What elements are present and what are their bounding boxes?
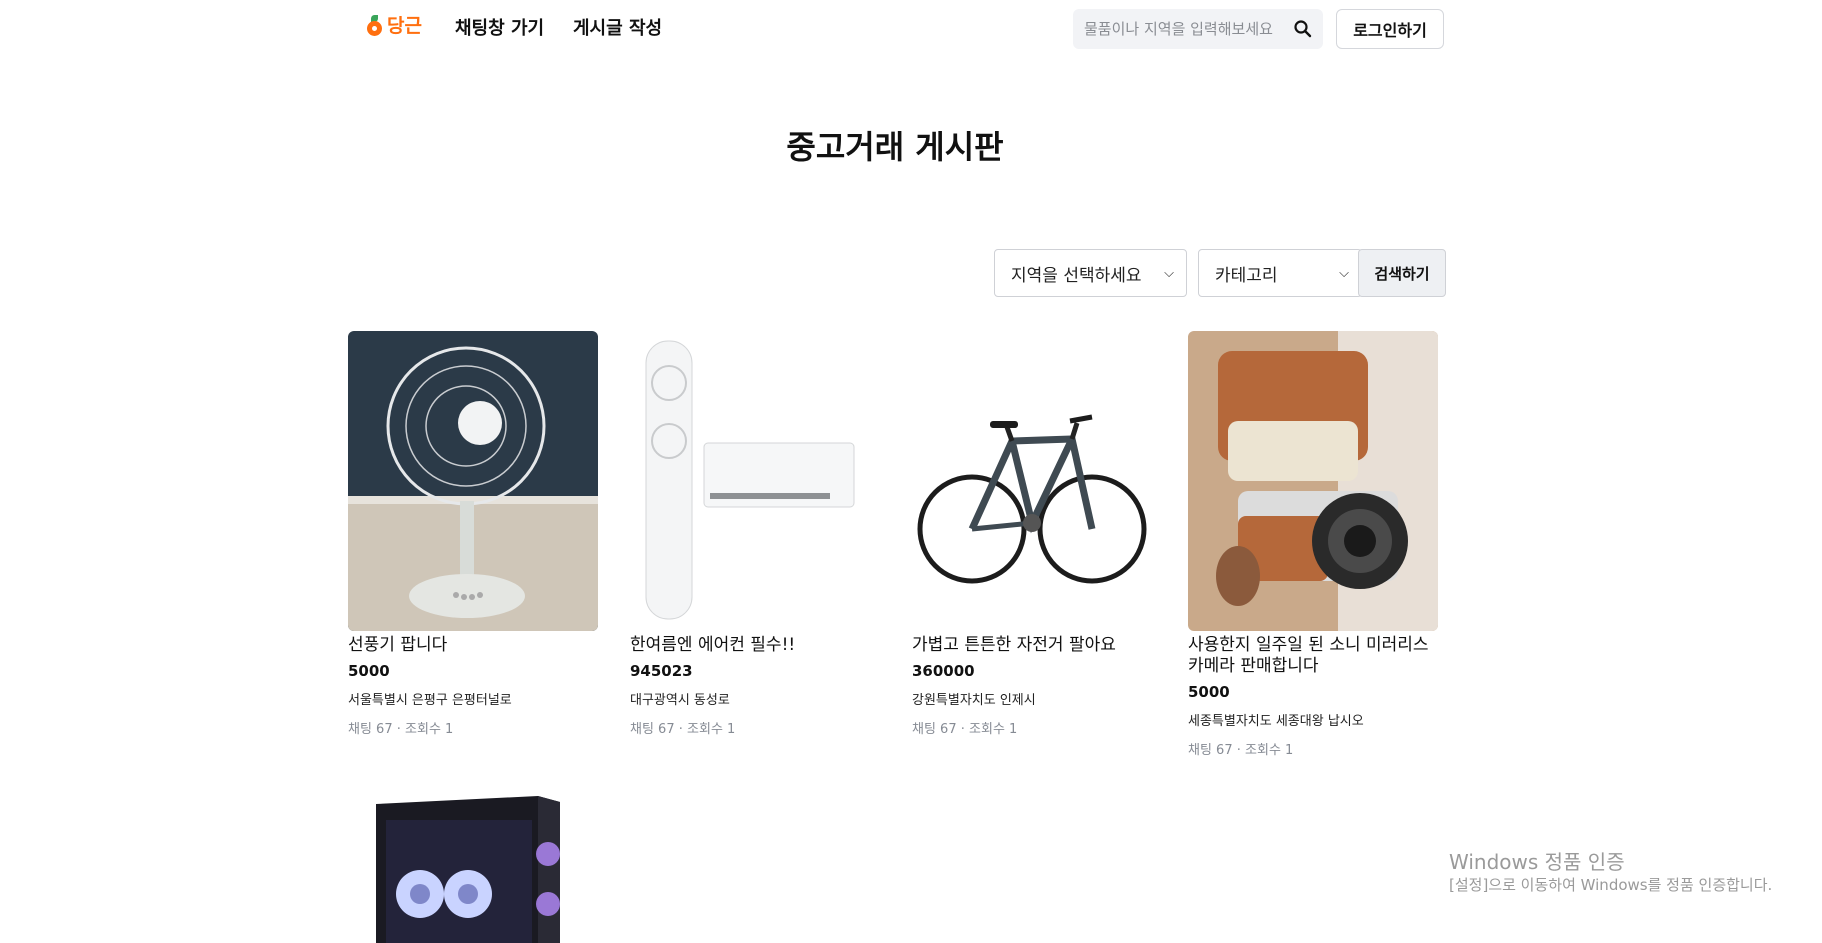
category-select[interactable]: 카테고리 ⌵ [1198, 249, 1362, 297]
watermark-title: Windows 정품 인증 [1449, 850, 1625, 874]
computer-case-icon [348, 784, 598, 943]
product-meta: 채팅 67 · 조회수 1 [630, 718, 882, 737]
carrot-icon [366, 15, 384, 37]
view-count: 조회수 1 [969, 722, 1018, 737]
product-meta: 채팅 67 · 조회수 1 [1188, 739, 1440, 758]
product-image[interactable] [912, 331, 1162, 631]
product-image[interactable] [630, 331, 880, 631]
chat-count: 채팅 67 [630, 722, 675, 737]
product-price: 5000 [1188, 683, 1230, 701]
separator-dot: · [396, 722, 401, 737]
region-select-value: 지역을 선택하세요 [1011, 265, 1142, 286]
view-count: 조회수 1 [1245, 743, 1294, 758]
product-image[interactable] [348, 784, 598, 943]
watermark-subtitle: [설정]으로 이동하여 Windows를 정품 인증합니다. [1449, 876, 1773, 894]
chat-count: 채팅 67 [348, 722, 393, 737]
view-count: 조회수 1 [687, 722, 736, 737]
product-card[interactable]: 사용한지 일주일 된 소니 미러리스 카메라 판매합니다 5000 세종특별자치… [1188, 331, 1440, 758]
separator-dot: · [960, 722, 965, 737]
chat-count: 채팅 67 [1188, 743, 1233, 758]
bicycle-icon [912, 331, 1162, 631]
product-title: 가볍고 튼튼한 자전거 팔아요 [912, 635, 1116, 655]
logo[interactable]: 당근 [366, 13, 422, 39]
top-header: 당근 채팅창 가기 게시글 작성 로그인하기 [0, 0, 1822, 58]
product-title: 사용한지 일주일 된 소니 미러리스 카메라 판매합니다 [1188, 635, 1429, 676]
product-region: 대구광역시 동성로 [630, 693, 730, 708]
view-count: 조회수 1 [405, 722, 454, 737]
chevron-down-icon: ⌵ [1164, 265, 1174, 281]
region-select[interactable]: 지역을 선택하세요 ⌵ [994, 249, 1187, 297]
product-price: 5000 [348, 662, 390, 680]
product-price: 945023 [630, 662, 693, 680]
search-icon[interactable] [1293, 19, 1313, 39]
search-input[interactable] [1084, 20, 1290, 38]
product-meta: 채팅 67 · 조회수 1 [348, 718, 600, 737]
page-title: 중고거래 게시판 [786, 128, 1004, 166]
search-box [1073, 9, 1323, 49]
logo-text: 당근 [387, 15, 422, 37]
chat-count: 채팅 67 [912, 722, 957, 737]
product-card[interactable]: 한여름엔 에어컨 필수!! 945023 대구광역시 동성로 채팅 67 · 조… [630, 331, 882, 737]
product-title: 한여름엔 에어컨 필수!! [630, 635, 796, 655]
product-image[interactable] [348, 331, 598, 631]
windows-activation-watermark: Windows 정품 인증 [설정]으로 이동하여 Windows를 정품 인증… [1449, 849, 1772, 895]
product-card[interactable]: 선풍기 팝니다 5000 서울특별시 은평구 은평터널로 채팅 67 · 조회수… [348, 331, 600, 737]
login-button[interactable]: 로그인하기 [1336, 9, 1444, 49]
camera-icon [1188, 331, 1438, 631]
electric-fan-icon [348, 331, 598, 631]
nav-write-post-link[interactable]: 게시글 작성 [573, 17, 662, 41]
product-region: 강원특별자치도 인제시 [912, 693, 1036, 708]
product-title: 선풍기 팝니다 [348, 635, 448, 655]
air-conditioner-icon [630, 331, 880, 631]
product-card[interactable]: 가볍고 튼튼한 자전거 팔아요 360000 강원특별자치도 인제시 채팅 67… [912, 331, 1164, 737]
separator-dot: · [1236, 743, 1241, 758]
product-price: 360000 [912, 662, 975, 680]
category-select-value: 카테고리 [1215, 265, 1278, 286]
product-region: 세종특별자치도 세종대왕 납시오 [1188, 714, 1364, 729]
filter-search-button[interactable]: 검색하기 [1358, 249, 1446, 297]
product-region: 서울특별시 은평구 은평터널로 [348, 693, 512, 708]
chevron-down-icon: ⌵ [1339, 265, 1349, 281]
product-image[interactable] [1188, 331, 1438, 631]
separator-dot: · [678, 722, 683, 737]
product-card[interactable] [348, 784, 600, 943]
nav-chat-link[interactable]: 채팅창 가기 [455, 17, 544, 41]
product-meta: 채팅 67 · 조회수 1 [912, 718, 1164, 737]
